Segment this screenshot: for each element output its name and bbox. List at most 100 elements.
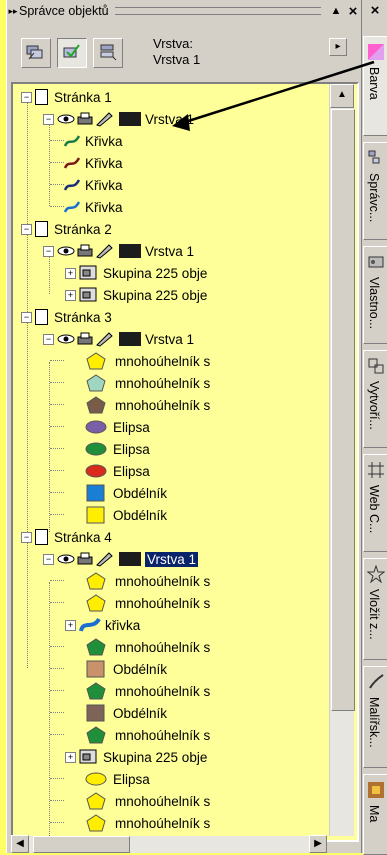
collapse-toggle[interactable]: − <box>43 113 54 125</box>
tree-page-1[interactable]: − Stránka 1 <box>21 86 112 108</box>
pencil-icon[interactable] <box>96 332 113 347</box>
scroll-left-button[interactable]: ◀ <box>11 835 29 853</box>
horizontal-scrollbar-thumb[interactable] <box>33 836 130 853</box>
tree-object[interactable]: Obdélník <box>85 504 167 526</box>
tree-object[interactable]: mnohoúhelník s <box>85 394 210 416</box>
ellipse-icon <box>85 464 107 478</box>
tree-page-3[interactable]: − Stránka 3 <box>21 306 112 328</box>
eye-icon[interactable] <box>57 334 75 344</box>
curve-icon <box>63 201 81 213</box>
pencil-icon[interactable] <box>96 552 113 567</box>
collapse-toggle[interactable]: − <box>21 531 32 543</box>
tab-more[interactable]: Ma <box>363 774 387 855</box>
color-icon <box>368 44 384 60</box>
object-label: Elipsa <box>113 441 150 457</box>
tree-object[interactable]: Křivka <box>63 130 123 152</box>
tree-object[interactable]: Obdélník <box>85 658 167 680</box>
horizontal-scrollbar[interactable]: ◀ ▶ <box>11 835 327 853</box>
collapse-toggle[interactable]: − <box>43 333 54 345</box>
page-icon <box>35 309 48 325</box>
tab-insert[interactable]: Vložit z... <box>363 558 387 660</box>
expand-toggle[interactable]: + <box>65 619 76 631</box>
collapse-toggle[interactable]: − <box>21 91 32 103</box>
tree-connector <box>49 120 50 206</box>
tree-object[interactable]: Křivka <box>63 152 123 174</box>
eye-icon[interactable] <box>57 246 75 256</box>
tree-object[interactable]: Elipsa <box>85 416 150 438</box>
close-icon[interactable]: × <box>362 0 387 22</box>
collapse-button[interactable]: ▲ <box>327 5 345 17</box>
object-label: mnohoúhelník s <box>115 595 211 611</box>
collapse-toggle[interactable]: − <box>21 223 32 235</box>
tab-artistic-media[interactable]: Malířsk... <box>363 666 387 768</box>
layer-manager-view-button[interactable] <box>93 38 123 68</box>
tree-connector <box>50 470 64 471</box>
layer-color-swatch <box>119 244 141 258</box>
tree-connector <box>50 448 64 449</box>
pencil-icon[interactable] <box>96 244 113 259</box>
tree-layer[interactable]: − Vrstva 1 <box>43 240 194 262</box>
tab-create[interactable]: Vytvoří... <box>363 350 387 448</box>
tree-object[interactable]: Křivka <box>63 174 123 196</box>
tree-object[interactable]: mnohoúhelník s <box>85 790 210 812</box>
tree-connector <box>50 514 64 515</box>
tree-object[interactable]: mnohoúhelník s <box>85 724 210 746</box>
expand-toggle[interactable]: + <box>65 289 76 301</box>
printer-icon[interactable] <box>77 112 93 125</box>
tree-object[interactable]: Obdélník <box>85 482 167 504</box>
polygon-icon <box>86 682 106 700</box>
curve-icon <box>63 157 81 169</box>
scroll-up-button[interactable]: ▲ <box>330 84 354 108</box>
tree-page-4[interactable]: − Stránka 4 <box>21 526 112 548</box>
expand-toggle[interactable]: + <box>65 751 76 763</box>
tree-object[interactable]: mnohoúhelník s <box>85 350 210 372</box>
printer-icon[interactable] <box>77 552 93 565</box>
close-button[interactable]: × <box>345 3 361 20</box>
tree-group[interactable]: + Skupina 225 obje <box>65 262 207 284</box>
tree-group[interactable]: + křivka <box>65 614 140 636</box>
tree-group[interactable]: + Skupina 225 obje <box>65 746 207 768</box>
tree-object[interactable]: Elipsa <box>85 460 150 482</box>
object-label: mnohoúhelník s <box>115 639 211 655</box>
printer-icon[interactable] <box>77 244 93 257</box>
tree-object[interactable]: Křivka <box>63 196 123 218</box>
tree-object[interactable]: Obdélník <box>85 702 167 724</box>
flyout-menu-button[interactable]: ▸ <box>329 38 347 56</box>
tree-layer[interactable]: − Vrstva 1 <box>43 108 194 130</box>
tree-object[interactable]: Elipsa <box>85 768 150 790</box>
curve-icon <box>63 179 81 191</box>
tree-layer[interactable]: − Vrstva 1 <box>43 548 199 570</box>
tab-web-connector[interactable]: Web C... <box>363 454 387 552</box>
tree-layer[interactable]: − Vrstva 1 <box>43 328 194 350</box>
show-properties-button[interactable] <box>21 38 51 68</box>
eye-icon[interactable] <box>57 554 75 564</box>
scrollbar-thumb[interactable] <box>331 109 355 711</box>
tree-object[interactable]: mnohoúhelník s <box>85 372 210 394</box>
vertical-scrollbar[interactable]: ▲ <box>329 84 355 836</box>
tree-group[interactable]: + Skupina 225 obje <box>65 284 207 306</box>
scroll-right-button[interactable]: ▶ <box>309 835 327 853</box>
tab-label: Vložit z... <box>367 589 381 640</box>
tree-object[interactable]: mnohoúhelník s <box>85 812 210 834</box>
tree-object[interactable]: Elipsa <box>85 438 150 460</box>
docker-titlebar[interactable]: ▸▸ Správce objektů ▲ × <box>7 0 361 22</box>
expand-toggle[interactable]: + <box>65 267 76 279</box>
object-manager-docker: ▸▸ Správce objektů ▲ × Vrstva: Vrstva 1 … <box>6 0 362 853</box>
eye-icon[interactable] <box>57 114 75 124</box>
tree-object[interactable]: mnohoúhelník s <box>85 570 210 592</box>
layer-icons <box>57 243 115 259</box>
collapse-toggle[interactable]: − <box>43 245 54 257</box>
collapse-toggle[interactable]: − <box>21 311 32 323</box>
tree-object[interactable]: mnohoúhelník s <box>85 592 210 614</box>
collapse-toggle[interactable]: − <box>43 553 54 565</box>
printer-icon[interactable] <box>77 332 93 345</box>
tab-object-manager[interactable]: Správc... <box>363 142 387 240</box>
pencil-icon[interactable] <box>96 112 113 127</box>
tree-object[interactable]: mnohoúhelník s <box>85 636 210 658</box>
brush-icon <box>369 674 384 689</box>
tab-properties[interactable]: Vlastno... <box>363 246 387 344</box>
edit-across-layers-button[interactable] <box>57 38 87 68</box>
tab-color[interactable]: Barva <box>363 36 387 136</box>
tree-object[interactable]: mnohoúhelník s <box>85 680 210 702</box>
tree-page-2[interactable]: − Stránka 2 <box>21 218 112 240</box>
